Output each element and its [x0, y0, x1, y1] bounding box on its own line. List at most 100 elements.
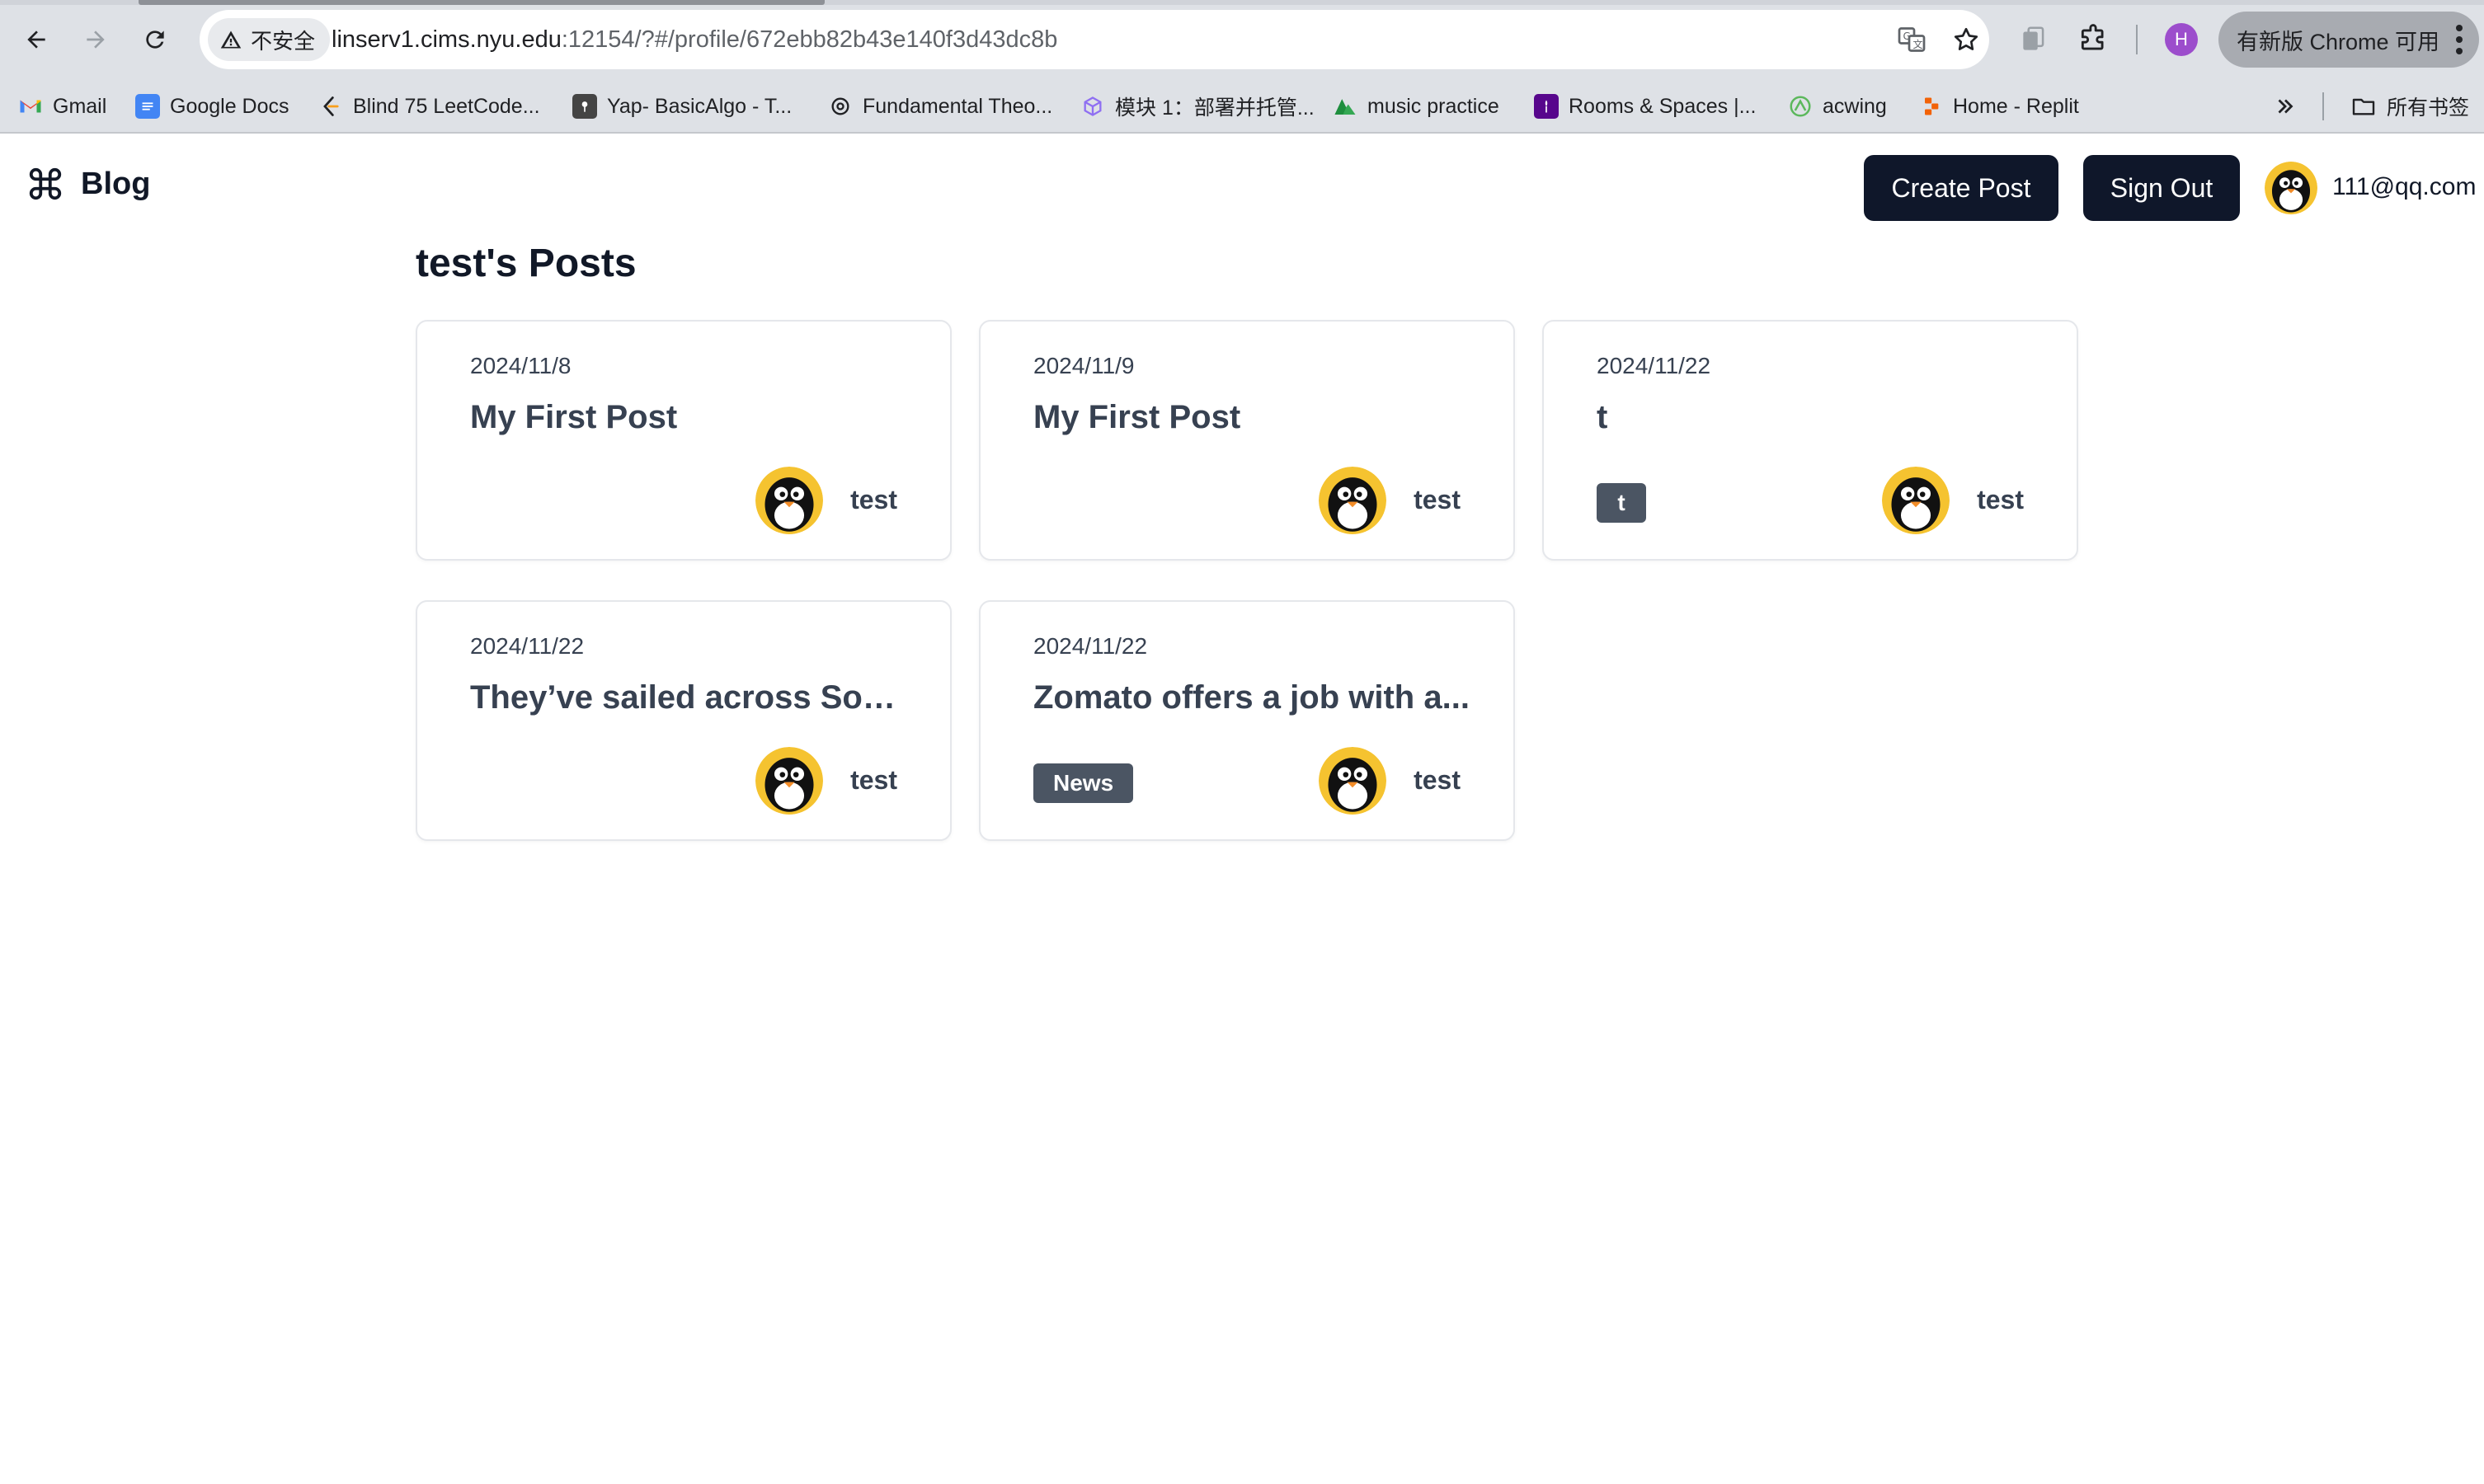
create-post-button[interactable]: Create Post: [1864, 155, 2058, 221]
svg-text:文: 文: [1913, 38, 1923, 50]
author-avatar[interactable]: [1882, 467, 1950, 534]
bookmark-label: 模块 1：部署并托管...: [1115, 96, 1315, 120]
forward-button[interactable]: [73, 16, 119, 63]
cube-icon: [1080, 94, 1105, 119]
bookmark-label: Home - Replit: [1953, 94, 2079, 118]
sign-out-button[interactable]: Sign Out: [2083, 155, 2240, 221]
profile-avatar[interactable]: H: [2165, 23, 2198, 56]
post-date: 2024/11/8: [470, 353, 572, 378]
replit-icon: [1918, 94, 1943, 119]
post-author[interactable]: test: [850, 765, 897, 796]
nyu-icon: [1534, 94, 1559, 119]
post-date: 2024/11/22: [470, 633, 585, 659]
post-card[interactable]: 2024/11/22 t t test: [1542, 320, 2078, 561]
penguin-avatar-icon: [755, 467, 823, 534]
bookmark-replit[interactable]: Home - Replit: [1918, 87, 2079, 125]
command-icon: [29, 167, 62, 200]
post-title[interactable]: My First Post: [1033, 399, 1470, 436]
folder-icon: [2352, 98, 2375, 115]
docs-icon: [135, 94, 160, 119]
post-date: 2024/11/22: [1033, 633, 1148, 659]
author-avatar[interactable]: [1319, 467, 1386, 534]
penguin-avatar-icon: [1882, 467, 1950, 534]
bookmark-label: Google Docs: [170, 94, 289, 118]
post-tag[interactable]: News: [1033, 763, 1134, 803]
bookmark-blind75[interactable]: Blind 75 LeetCode...: [318, 87, 540, 125]
more-menu-icon[interactable]: [2456, 25, 2463, 54]
logo[interactable]: Blog: [26, 165, 150, 203]
all-bookmarks-button[interactable]: 所有书签: [2350, 87, 2469, 125]
all-bookmarks-label: 所有书签: [2387, 96, 2470, 120]
bookmark-fundamental[interactable]: Fundamental Theo...: [828, 87, 1052, 125]
penguin-avatar-icon: [1319, 747, 1386, 815]
logo-text: Blog: [81, 166, 151, 201]
back-button[interactable]: [13, 16, 59, 63]
url-host: linserv1.cims.nyu.edu: [332, 26, 562, 53]
bookmark-yap[interactable]: Yap- BasicAlgo - T...: [572, 87, 792, 125]
bookmarks-overflow-button[interactable]: [2273, 87, 2298, 125]
bookmark-label: music practice: [1367, 94, 1499, 118]
bookmark-label: Blind 75 LeetCode...: [353, 94, 540, 118]
url-text[interactable]: linserv1.cims.nyu.edu:12154/?#/profile/6…: [332, 10, 1057, 69]
bookmark-star-button[interactable]: [1950, 23, 1983, 56]
page-title: test's Posts: [416, 242, 637, 285]
bookmark-google-docs[interactable]: Google Docs: [135, 87, 289, 125]
acwing-icon: [1788, 94, 1813, 119]
post-author[interactable]: test: [850, 485, 897, 515]
post-title[interactable]: Zomato offers a job with a...: [1033, 679, 1470, 716]
security-chip[interactable]: 不安全: [208, 18, 331, 61]
address-bar[interactable]: 不安全 linserv1.cims.nyu.edu:12154/?#/profi…: [200, 10, 1989, 69]
post-tag[interactable]: t: [1597, 483, 1646, 523]
bookmark-acwing[interactable]: acwing: [1788, 87, 1887, 125]
bookmark-music-practice[interactable]: music practice: [1333, 87, 1499, 125]
gmail-icon: [18, 94, 43, 119]
translate-icon: G文: [1898, 27, 1926, 52]
reload-icon: [146, 31, 164, 49]
bookmark-module1[interactable]: 模块 1：部署并托管...: [1080, 87, 1315, 125]
toolbar-divider: [2136, 25, 2138, 54]
openai-icon: [828, 94, 853, 119]
post-card[interactable]: 2024/11/22 They’ve sailed across Sou... …: [416, 600, 952, 841]
post-title[interactable]: They’ve sailed across Sou...: [470, 679, 907, 716]
author-avatar[interactable]: [755, 747, 823, 815]
post-card[interactable]: 2024/11/9 My First Post test: [979, 320, 1515, 561]
update-label: 有新版 Chrome 可用: [2237, 29, 2440, 54]
author-avatar[interactable]: [755, 467, 823, 534]
post-date: 2024/11/22: [1597, 353, 1711, 378]
bookmark-gmail[interactable]: Gmail: [18, 87, 106, 125]
bookmarks-bar: Gmail Google Docs Blind 75 LeetCode... Y…: [0, 79, 2484, 134]
reload-button[interactable]: [132, 16, 178, 63]
penguin-avatar-icon: [1319, 467, 1386, 534]
copy-extension-icon: [2023, 26, 2044, 50]
post-date: 2024/11/9: [1033, 353, 1135, 378]
mountain-icon: [1333, 94, 1357, 119]
user-avatar[interactable]: [2265, 162, 2317, 214]
post-title[interactable]: t: [1597, 399, 2034, 436]
pin-icon: [572, 94, 597, 119]
puzzle-icon: [2081, 24, 2104, 50]
browser-toolbar: 不安全 linserv1.cims.nyu.edu:12154/?#/profi…: [0, 0, 2484, 79]
chrome-update-button[interactable]: 有新版 Chrome 可用: [2218, 12, 2479, 68]
warning-icon: [220, 31, 242, 49]
bookmark-label: Gmail: [53, 94, 107, 118]
post-card[interactable]: 2024/11/8 My First Post test: [416, 320, 952, 561]
post-author[interactable]: test: [1977, 485, 2024, 515]
bookmark-label: acwing: [1823, 94, 1887, 118]
author-avatar[interactable]: [1319, 747, 1386, 815]
svg-text:G: G: [1903, 31, 1911, 42]
bookmark-label: Yap- BasicAlgo - T...: [607, 94, 793, 118]
user-email: 111@qq.com: [2332, 173, 2477, 200]
security-label: 不安全: [251, 28, 316, 54]
bookmark-label: Rooms & Spaces |...: [1569, 94, 1757, 118]
post-author[interactable]: test: [1414, 765, 1461, 796]
extensions-button[interactable]: [2073, 20, 2113, 59]
bookmark-label: Fundamental Theo...: [863, 94, 1053, 118]
post-author[interactable]: test: [1414, 485, 1461, 515]
bookmark-rooms-spaces[interactable]: Rooms & Spaces |...: [1534, 87, 1756, 125]
translate-button[interactable]: G文: [1895, 23, 1928, 56]
post-card[interactable]: 2024/11/22 Zomato offers a job with a...…: [979, 600, 1515, 841]
extension-puzzle-button[interactable]: [2014, 20, 2054, 59]
app-header: Blog Create Post Sign Out 111@qq.com: [0, 135, 2484, 239]
post-title[interactable]: My First Post: [470, 399, 907, 436]
active-tab-indicator: [139, 0, 825, 5]
